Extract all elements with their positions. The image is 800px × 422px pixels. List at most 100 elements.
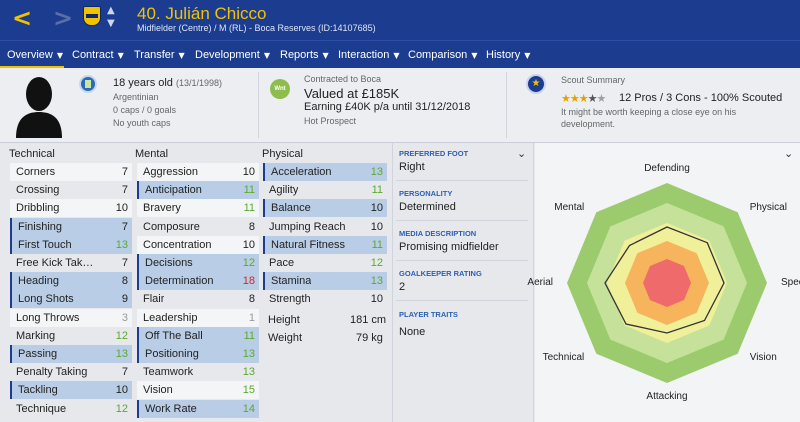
menu-history[interactable]: History ▼: [486, 49, 530, 61]
star-icon: ★: [561, 92, 571, 105]
menu-transfer[interactable]: Transfer ▼: [134, 49, 185, 61]
scout-note: It might be worth keeping a close eye on…: [561, 107, 737, 117]
attribute-name: Long Shots: [18, 293, 74, 306]
attribute-row[interactable]: Stamina 13: [263, 272, 387, 291]
attribute-value: 7: [121, 220, 128, 233]
attribute-row[interactable]: Pace 12: [263, 254, 387, 272]
attribute-row[interactable]: Jumping Reach 10: [263, 218, 387, 236]
attribute-row[interactable]: Aggression 10: [137, 163, 259, 181]
attribute-row[interactable]: Dribbling 10: [10, 199, 132, 218]
attribute-row[interactable]: Free Kick Tak… 7: [10, 254, 132, 272]
attribute-row[interactable]: Leadership 1: [137, 308, 259, 327]
player-silhouette-icon: [16, 77, 62, 138]
attribute-value: 10: [115, 384, 128, 397]
attribute-row[interactable]: Flair 8: [137, 290, 259, 308]
attribute-row[interactable]: Positioning 13: [137, 345, 259, 363]
attribute-value: 7: [121, 257, 128, 269]
attribute-row[interactable]: Vision 15: [137, 381, 259, 400]
player-value: Valued at £185K: [304, 86, 400, 101]
attribute-row[interactable]: Finishing 7: [10, 217, 132, 236]
previous-player-icon[interactable]: ▲: [107, 6, 115, 16]
menu-development[interactable]: Development ▼: [195, 49, 270, 61]
attribute-row[interactable]: Corners 7: [10, 163, 132, 181]
attribute-row[interactable]: Marking 12: [10, 327, 132, 345]
attribute-row[interactable]: Acceleration 13: [263, 163, 387, 181]
attribute-row[interactable]: Anticipation 11: [137, 181, 259, 200]
nation-flag-icon[interactable]: [79, 75, 97, 93]
attribute-row[interactable]: Balance 10: [263, 199, 387, 218]
attribute-row[interactable]: Teamwork 13: [137, 363, 259, 381]
scout-summary-title: Scout Summary: [561, 75, 626, 85]
scout-note: development.: [561, 119, 616, 129]
attribute-row[interactable]: First Touch 13: [10, 235, 132, 254]
menu-comparison[interactable]: Comparison ▼: [408, 49, 477, 61]
goalkeeper-rating-value: 2: [399, 281, 406, 293]
attribute-name: Penalty Taking: [16, 366, 88, 379]
attribute-value: 12: [370, 257, 383, 269]
star-icon: ★: [569, 92, 580, 105]
back-arrow-icon[interactable]: <: [12, 6, 32, 30]
attribute-row[interactable]: Penalty Taking 7: [10, 363, 132, 381]
attribute-row[interactable]: Passing 13: [10, 345, 132, 363]
radar-label-technical: Technical: [542, 351, 585, 363]
chevron-down-icon[interactable]: ⌄: [517, 147, 526, 160]
attribute-row[interactable]: Work Rate 14: [137, 399, 259, 418]
physical-heading: Physical: [262, 148, 303, 160]
chevron-down-icon: ▼: [56, 51, 63, 60]
attribute-value: 13: [242, 348, 255, 360]
divider: [396, 260, 528, 261]
attribute-value: 10: [242, 238, 255, 251]
attribute-row[interactable]: Bravery 11: [137, 199, 259, 218]
attribute-name: Stamina: [271, 275, 312, 288]
attribute-value: 11: [371, 184, 383, 197]
attribute-value: 7: [121, 366, 128, 379]
preferred-foot-value: Right: [399, 161, 425, 173]
attribute-row[interactable]: Technique 12: [10, 400, 132, 418]
attribute-row[interactable]: Determination 18: [137, 272, 259, 291]
attribute-row[interactable]: Decisions 12: [137, 254, 259, 272]
goalkeeper-rating-heading: GOALKEEPER RATING: [399, 269, 482, 278]
attribute-row[interactable]: Natural Fitness 11: [263, 235, 387, 254]
radar-label-mental: Mental: [554, 202, 585, 214]
menu-reports[interactable]: Reports ▼: [280, 49, 329, 61]
attribute-row[interactable]: Off The Ball 11: [137, 326, 259, 345]
attribute-row[interactable]: Long Shots 9: [10, 290, 132, 309]
attribute-row[interactable]: Long Throws 3: [10, 308, 132, 327]
attribute-value: 14: [242, 402, 255, 415]
attribute-value: 8: [121, 275, 128, 288]
mental-heading: Mental: [135, 148, 169, 160]
attribute-value: 10: [370, 293, 383, 306]
forward-arrow-icon[interactable]: >: [53, 6, 73, 30]
attribute-name: Free Kick Tak…: [16, 257, 94, 269]
attribute-name: Vision: [143, 384, 173, 397]
attribute-value: 12: [115, 329, 128, 342]
scout-stats: 12 Pros / 3 Cons - 100% Scouted: [619, 92, 783, 104]
divider: [396, 220, 528, 221]
attribute-name: Finishing: [18, 220, 63, 233]
chevron-down-icon: ▼: [524, 51, 531, 60]
attribute-name: Leadership: [143, 311, 198, 324]
attribute-row[interactable]: Tackling 10: [10, 381, 132, 400]
attribute-row[interactable]: Crossing 7: [10, 181, 132, 199]
attribute-name: Aggression: [143, 166, 199, 178]
menu-contract[interactable]: Contract ▼: [72, 49, 124, 61]
attribute-row[interactable]: Concentration 10: [137, 235, 259, 254]
attribute-row[interactable]: Composure 8: [137, 218, 259, 236]
attribute-name: Heading: [18, 275, 59, 288]
attribute-value: 11: [243, 202, 255, 215]
attribute-value: 7: [121, 184, 128, 197]
attribute-name: Work Rate: [145, 402, 197, 415]
attribute-row[interactable]: Strength 10: [263, 290, 387, 308]
club-badge-icon[interactable]: [83, 6, 101, 26]
attribute-row[interactable]: Heading 8: [10, 272, 132, 291]
menu-overview[interactable]: Overview ▼: [7, 49, 63, 61]
weight-value: 79 kg: [356, 332, 383, 344]
menu-interaction[interactable]: Interaction ▼: [338, 49, 400, 61]
attribute-name: Decisions: [145, 257, 193, 269]
personality-heading: PERSONALITY: [399, 189, 453, 198]
attribute-name: Teamwork: [143, 366, 194, 379]
star-icon: ★: [578, 92, 589, 105]
chevron-down-icon: ▼: [393, 51, 400, 60]
next-player-icon[interactable]: ▼: [107, 19, 115, 29]
attribute-row[interactable]: Agility 11: [263, 181, 387, 199]
